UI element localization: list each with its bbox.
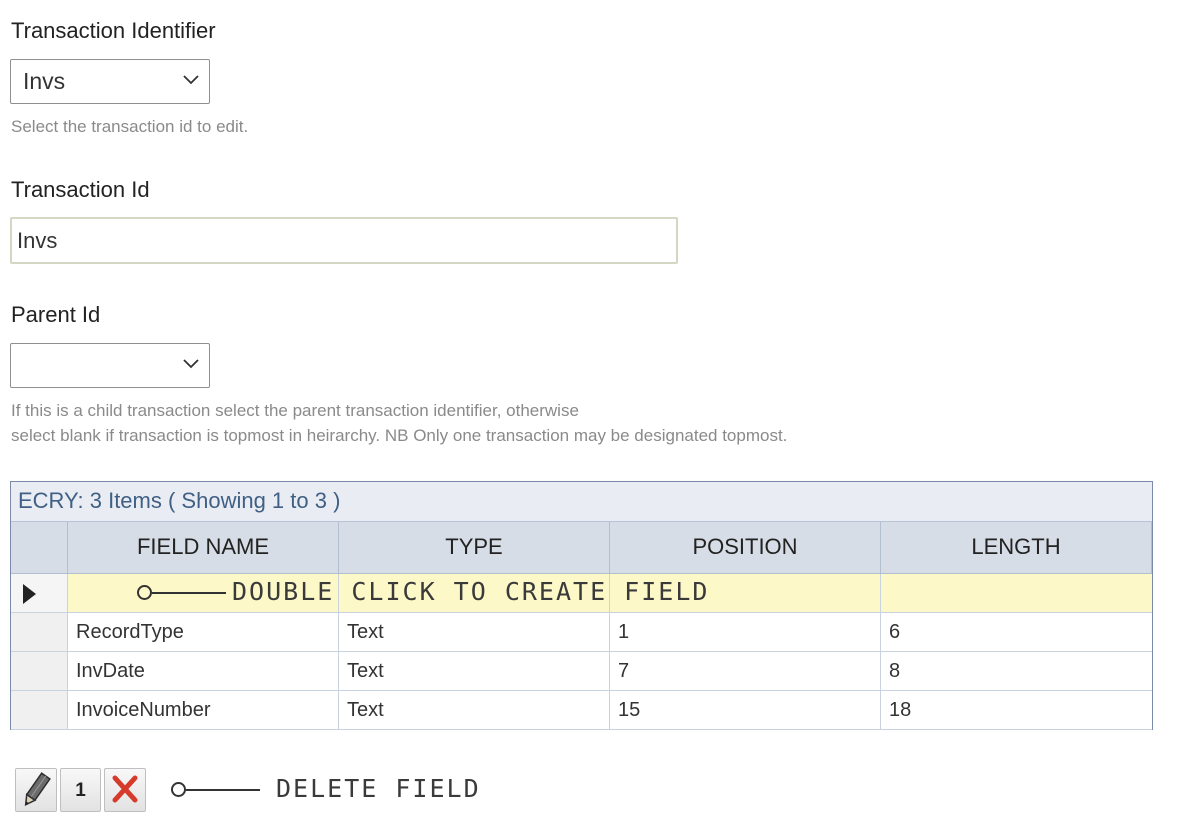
delete-field-annotation: DELETE FIELD [276, 774, 481, 803]
row-selector[interactable] [11, 574, 68, 612]
transaction-id-input[interactable]: Invs [10, 217, 678, 264]
length-cell[interactable]: 6 [881, 613, 1152, 651]
callout-line [152, 592, 226, 594]
current-row-arrow-icon [23, 584, 36, 604]
row-selector[interactable] [11, 613, 68, 651]
callout-line [186, 789, 260, 791]
column-header-position[interactable]: POSITION [610, 522, 881, 573]
grid-header-row: FIELD NAME TYPE POSITION LENGTH [11, 522, 1152, 574]
edit-button[interactable] [15, 768, 57, 812]
type-cell[interactable]: Text [339, 613, 610, 651]
row-selector[interactable] [11, 691, 68, 729]
transaction-identifier-label: Transaction Identifier [11, 18, 216, 43]
length-cell[interactable]: 18 [881, 691, 1152, 729]
chevron-down-icon [183, 75, 199, 85]
type-cell[interactable]: Text [339, 652, 610, 690]
table-row[interactable]: InvDate Text 7 8 [11, 652, 1152, 691]
red-x-icon [112, 775, 138, 803]
page-number-button[interactable]: 1 [60, 768, 101, 812]
column-header-field-name[interactable]: FIELD NAME [68, 522, 339, 573]
pencil-icon [24, 772, 51, 807]
length-cell[interactable]: 8 [881, 652, 1152, 690]
row-selector-header [11, 522, 68, 573]
type-cell[interactable]: Text [339, 691, 610, 729]
field-name-cell[interactable]: RecordType [68, 613, 339, 651]
chevron-down-icon [183, 359, 199, 369]
transaction-identifier-help: Select the transaction id to edit. [11, 117, 249, 136]
new-field-cell[interactable] [881, 574, 1152, 612]
callout-marker-icon [171, 782, 186, 797]
parent-id-select[interactable] [10, 343, 210, 388]
field-name-cell[interactable]: InvoiceNumber [68, 691, 339, 729]
field-name-cell[interactable]: InvDate [68, 652, 339, 690]
parent-id-help: If this is a child transaction select th… [11, 398, 787, 448]
create-field-annotation: DOUBLE CLICK TO CREATE FIELD [232, 577, 710, 606]
parent-id-help-line-2: select blank if transaction is topmost i… [11, 426, 788, 445]
position-cell[interactable]: 7 [610, 652, 881, 690]
grid-caption: ECRY: 3 Items ( Showing 1 to 3 ) [11, 482, 1152, 522]
parent-id-label: Parent Id [11, 302, 101, 327]
parent-id-help-line-1: If this is a child transaction select th… [11, 401, 579, 420]
table-row[interactable]: InvoiceNumber Text 15 18 [11, 691, 1152, 730]
transaction-identifier-select[interactable]: Invs [10, 59, 210, 104]
column-header-type[interactable]: TYPE [339, 522, 610, 573]
row-selector[interactable] [11, 652, 68, 690]
table-row[interactable]: RecordType Text 1 6 [11, 613, 1152, 652]
column-header-length[interactable]: LENGTH [881, 522, 1152, 573]
transaction-id-label: Transaction Id [11, 177, 150, 202]
position-cell[interactable]: 1 [610, 613, 881, 651]
transaction-identifier-value: Invs [23, 68, 66, 94]
delete-button[interactable] [104, 768, 146, 812]
position-cell[interactable]: 15 [610, 691, 881, 729]
callout-marker-icon [137, 585, 152, 600]
